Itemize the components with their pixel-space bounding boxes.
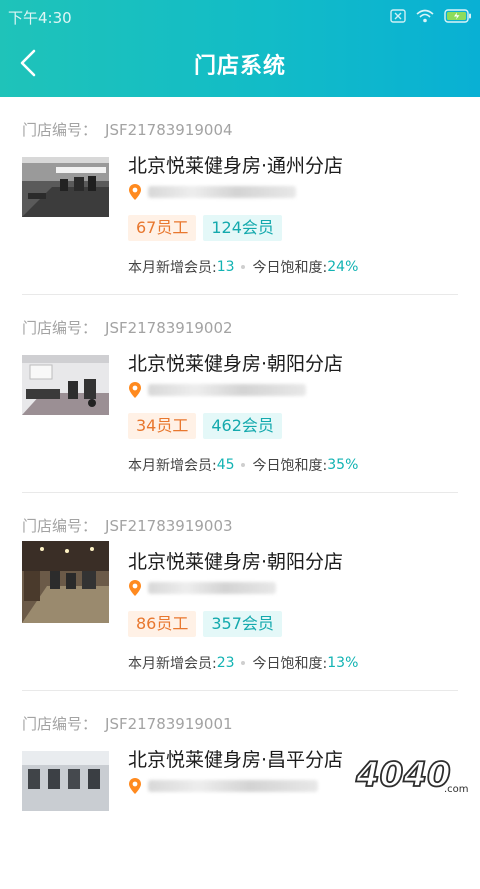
store-code-label: 门店编号：	[22, 121, 98, 139]
store-address	[128, 182, 296, 202]
battery-icon	[444, 9, 471, 23]
member-count-badge: 124会员	[203, 215, 282, 241]
address-blurred	[148, 582, 276, 594]
store-tags: 34员工 462会员	[128, 413, 282, 439]
location-pin-icon	[129, 382, 141, 398]
store-code-value: JSF21783919004	[105, 121, 233, 139]
sim-disabled-icon	[390, 9, 406, 23]
page-title: 门店系统	[193, 54, 286, 79]
store-stats: 本月新增会员: 45 今日饱和度: 35%	[128, 455, 358, 475]
separator-dot	[240, 661, 245, 665]
location-pin-icon	[129, 778, 141, 794]
address-blurred	[148, 186, 296, 198]
saturation-label: 今日饱和度:	[252, 656, 328, 672]
separator-dot	[240, 463, 245, 467]
new-members-label: 本月新增会员:	[128, 260, 217, 276]
store-code: 门店编号： JSF21783919002	[22, 317, 233, 338]
wifi-icon	[416, 9, 434, 23]
saturation-label: 今日饱和度:	[252, 458, 328, 474]
svg-text:.com: .com	[444, 784, 469, 795]
store-address	[128, 380, 306, 400]
location-pin-icon	[129, 580, 141, 596]
svg-text:4040: 4040	[355, 755, 451, 795]
new-members-value: 13	[216, 259, 235, 275]
saturation-value: 13%	[327, 655, 359, 671]
new-members-value: 45	[216, 457, 235, 473]
staff-count-badge: 67员工	[128, 215, 197, 241]
store-card[interactable]: 门店编号： JSF21783919003 北京悦莱健身房·朝阳分店 86员工 35…	[0, 493, 480, 691]
store-stats: 本月新增会员: 13 今日饱和度: 24%	[128, 257, 358, 277]
site-watermark-logo: 4040 .com	[354, 754, 469, 796]
staff-count-badge: 86员工	[128, 611, 197, 637]
store-name: 北京悦莱健身房·通州分店	[128, 155, 344, 177]
app-header: 下午4:30 门店系统	[0, 0, 480, 97]
store-address	[128, 776, 318, 796]
store-name: 北京悦莱健身房·朝阳分店	[128, 353, 344, 375]
store-tags: 67员工 124会员	[128, 215, 282, 241]
store-code: 门店编号： JSF21783919004	[22, 119, 233, 140]
saturation-value: 24%	[327, 259, 359, 275]
saturation-label: 今日饱和度:	[252, 260, 328, 276]
new-members-value: 23	[216, 655, 235, 671]
status-icons	[390, 6, 472, 26]
store-name: 北京悦莱健身房·昌平分店	[128, 749, 344, 771]
store-stats: 本月新增会员: 23 今日饱和度: 13%	[128, 653, 358, 673]
new-members-label: 本月新增会员:	[128, 656, 217, 672]
store-code: 门店编号： JSF21783919001	[22, 713, 233, 734]
store-code-value: JSF21783919001	[105, 715, 233, 733]
store-card[interactable]: 门店编号： JSF21783919004 北京悦莱健身房·通州分店 67员工 12…	[0, 97, 480, 295]
address-blurred	[148, 780, 318, 792]
location-pin-icon	[129, 184, 141, 200]
store-card[interactable]: 门店编号： JSF21783919002 北京悦莱健身房·朝阳分店 34员工 46…	[0, 295, 480, 493]
new-members-label: 本月新增会员:	[128, 458, 217, 474]
store-photo	[22, 751, 109, 811]
staff-count-badge: 34员工	[128, 413, 197, 439]
store-code-label: 门店编号：	[22, 715, 98, 733]
store-address	[128, 578, 276, 598]
store-photo	[22, 541, 109, 623]
saturation-value: 35%	[327, 457, 359, 473]
separator-dot	[240, 265, 245, 269]
store-photo	[22, 355, 109, 415]
store-name: 北京悦莱健身房·朝阳分店	[128, 551, 344, 573]
store-tags: 86员工 357会员	[128, 611, 282, 637]
member-count-badge: 357会员	[203, 611, 282, 637]
store-code: 门店编号： JSF21783919003	[22, 515, 233, 536]
address-blurred	[148, 384, 306, 396]
status-time: 下午4:30	[8, 9, 72, 27]
status-bar: 下午4:30	[0, 0, 480, 32]
store-code-value: JSF21783919002	[105, 319, 233, 337]
store-photo	[22, 157, 109, 217]
store-code-label: 门店编号：	[22, 319, 98, 337]
member-count-badge: 462会员	[203, 413, 282, 439]
store-code-value: JSF21783919003	[105, 517, 233, 535]
store-code-label: 门店编号：	[22, 517, 98, 535]
